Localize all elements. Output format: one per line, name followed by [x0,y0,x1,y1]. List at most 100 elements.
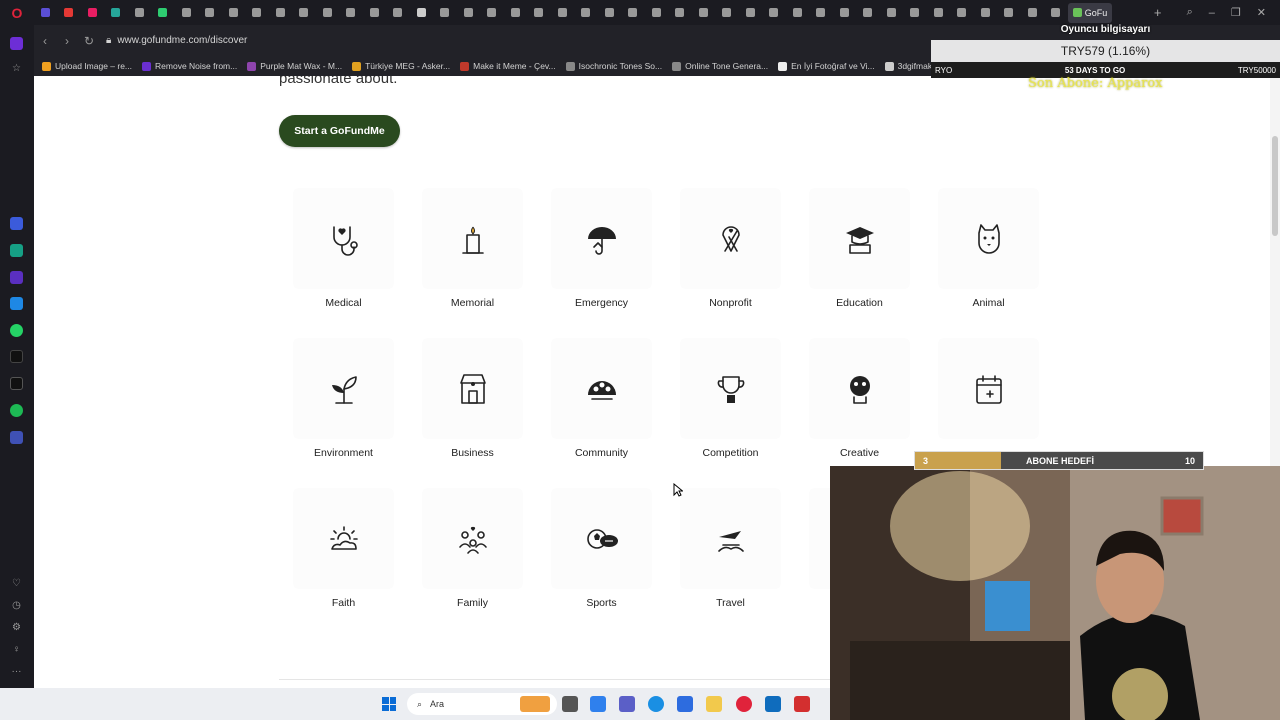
taskbar-widget-icon[interactable] [520,696,550,712]
browser-tab[interactable] [669,3,691,23]
category-business[interactable]: Business [408,338,537,468]
browser-tab[interactable] [739,3,761,23]
opera-logo-icon[interactable]: O [0,0,34,25]
browser-tab[interactable] [152,3,174,23]
category-creative[interactable]: Creative [795,338,924,468]
category-tile[interactable] [938,188,1039,289]
browser-tab[interactable] [410,3,432,23]
browser-tab[interactable] [974,3,996,23]
category-tile[interactable] [551,188,652,289]
heart-icon[interactable]: ♡ [9,578,24,589]
browser-tab[interactable] [199,3,221,23]
category-community[interactable]: Community [537,338,666,468]
star-icon[interactable]: ☆ [9,63,24,74]
bookmark-item[interactable]: Make it Meme - Çev... [460,61,556,71]
maximize-button[interactable]: ❐ [1231,6,1241,19]
settings-icon[interactable]: ⚙ [9,622,24,633]
copilot-icon[interactable] [590,696,606,712]
browser-tab[interactable] [340,3,362,23]
browser-tab[interactable] [246,3,268,23]
browser-tab[interactable] [34,3,56,23]
browser-tab[interactable] [810,3,832,23]
history-icon[interactable]: ◷ [9,600,24,611]
browser-tab[interactable] [387,3,409,23]
browser-tab[interactable] [481,3,503,23]
back-button[interactable]: ‹ [34,34,56,48]
browser-tab[interactable] [880,3,902,23]
category-tile[interactable] [809,188,910,289]
category-family[interactable]: Family [408,488,537,618]
browser-tab[interactable] [175,3,197,23]
category-sports[interactable]: Sports [537,488,666,618]
reload-button[interactable]: ↻ [78,34,100,48]
browser-tab[interactable] [998,3,1020,23]
search-tabs-icon[interactable]: ⌕ [1187,6,1193,19]
edge-icon[interactable] [648,696,664,712]
browser-tab[interactable] [692,3,714,23]
category-education[interactable]: Education [795,188,924,318]
browser-tab[interactable] [598,3,620,23]
start-button[interactable] [382,697,396,711]
bookmark-item[interactable]: Upload Image – re... [42,61,132,71]
store-icon[interactable] [677,696,693,712]
browser-tab[interactable] [1045,3,1067,23]
browser-tab[interactable] [105,3,127,23]
browser-tab[interactable] [269,3,291,23]
category-memorial[interactable]: Memorial [408,188,537,318]
browser-tab[interactable] [58,3,80,23]
start-gofundme-button[interactable]: Start a GoFundMe [279,115,400,147]
bookmark-item[interactable]: Türkiye MEG - Asker... [352,61,450,71]
browser-tab[interactable] [1021,3,1043,23]
category-unlabeled[interactable] [924,338,1053,468]
browser-tab[interactable] [222,3,244,23]
minimize-button[interactable]: – [1209,7,1215,19]
browser-tab[interactable] [551,3,573,23]
category-nonprofit[interactable]: Nonprofit [666,188,795,318]
aria-icon[interactable] [10,217,23,230]
browser-tab[interactable] [927,3,949,23]
category-environment[interactable]: Environment [279,338,408,468]
chatgpt-icon[interactable] [10,244,23,257]
browser-tab[interactable] [528,3,550,23]
browser-tab[interactable] [904,3,926,23]
x-twitter-icon[interactable] [10,377,23,390]
category-travel[interactable]: Travel [666,488,795,618]
browser-tab[interactable] [716,3,738,23]
player-icon[interactable] [10,431,23,444]
messenger-icon[interactable] [10,297,23,310]
browser-tab[interactable] [434,3,456,23]
category-tile[interactable] [938,338,1039,439]
category-tile[interactable] [293,488,394,589]
browser-tab[interactable] [128,3,150,23]
app-icon[interactable] [10,271,23,284]
category-tile[interactable] [680,338,781,439]
active-tab[interactable]: GoFu [1068,2,1112,23]
category-tile[interactable] [422,488,523,589]
browser-tab[interactable] [293,3,315,23]
category-faith[interactable]: Faith [279,488,408,618]
scrollbar-thumb[interactable] [1272,136,1278,236]
outlook-icon[interactable] [765,696,781,712]
browser-tab[interactable] [457,3,479,23]
browser-tab[interactable] [316,3,338,23]
browser-tab[interactable] [81,3,103,23]
home-icon[interactable] [10,37,23,50]
task-view-icon[interactable] [562,696,578,712]
browser-tab[interactable] [857,3,879,23]
bookmark-item[interactable]: Online Tone Genera... [672,61,768,71]
browser-tab[interactable] [622,3,644,23]
spotify-icon[interactable] [10,404,23,417]
browser-tab[interactable] [575,3,597,23]
bookmark-item[interactable]: En İyi Fotoğraf ve Vi... [778,61,875,71]
category-tile[interactable] [809,338,910,439]
category-tile[interactable] [680,488,781,589]
bookmark-item[interactable]: Purple Mat Wax - M... [247,61,342,71]
url-field[interactable]: 🔒︎ www.gofundme.com/discover [106,35,247,46]
browser-tab[interactable] [763,3,785,23]
browser-tab[interactable] [951,3,973,23]
bookmark-item[interactable]: Remove Noise from... [142,61,237,71]
category-tile[interactable] [551,488,652,589]
opera-taskbar-icon[interactable] [736,696,752,712]
category-medical[interactable]: Medical [279,188,408,318]
forward-button[interactable]: › [56,34,78,48]
